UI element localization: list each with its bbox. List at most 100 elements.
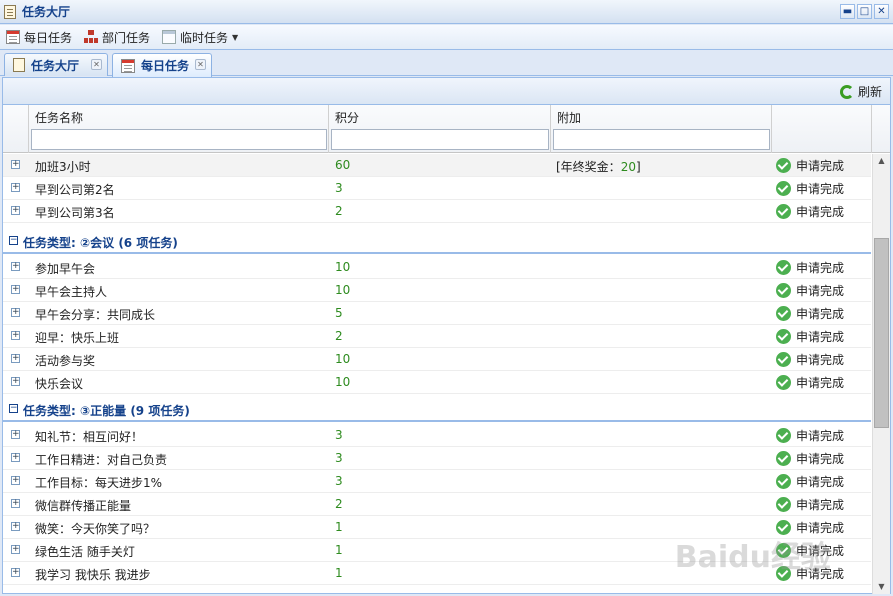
tab-close-icon[interactable]: ✕ xyxy=(195,59,206,70)
row-expand-icon[interactable]: + xyxy=(11,308,20,317)
row-expand-icon[interactable]: + xyxy=(11,206,20,215)
apply-complete-label: 申请完成 xyxy=(796,475,845,489)
dept-tasks-button[interactable]: 部门任务 xyxy=(84,29,150,46)
table-row[interactable]: + 微笑：今天你笑了吗？ 1 申请完成 xyxy=(3,516,871,539)
maximize-button[interactable]: □ xyxy=(857,4,872,19)
row-expand-icon[interactable]: + xyxy=(11,262,20,271)
table-row[interactable]: + 绿色生活 随手关灯 1 申请完成 xyxy=(3,539,871,562)
daily-tasks-button[interactable]: 每日任务 xyxy=(6,29,72,46)
tab-task-hall[interactable]: 任务大厅 ✕ xyxy=(4,53,108,76)
book-icon xyxy=(13,58,25,72)
column-header-name[interactable]: 任务名称 xyxy=(29,105,329,153)
apply-complete-label: 申请完成 xyxy=(796,452,845,466)
check-circle-icon xyxy=(776,428,791,443)
row-expand-icon[interactable]: + xyxy=(11,430,20,439)
table-row[interactable]: + 我学习 我快乐 我进步 1 申请完成 xyxy=(3,562,871,585)
tab-daily-tasks[interactable]: 每日任务 ✕ xyxy=(112,53,212,77)
apply-complete-label: 申请完成 xyxy=(796,307,845,321)
row-expand-icon[interactable]: + xyxy=(11,453,20,462)
row-expand-icon[interactable]: + xyxy=(11,331,20,340)
apply-complete-button[interactable]: 申请完成 xyxy=(776,282,844,299)
task-score: 10 xyxy=(335,375,351,389)
minimize-button[interactable]: ▬ xyxy=(840,4,855,19)
row-expand-icon[interactable]: + xyxy=(11,377,20,386)
close-button[interactable]: ✕ xyxy=(874,4,889,19)
daily-tasks-label: 每日任务 xyxy=(24,30,73,45)
row-expand-icon[interactable]: + xyxy=(11,354,20,363)
apply-complete-label: 申请完成 xyxy=(796,353,845,367)
apply-complete-button[interactable]: 申请完成 xyxy=(776,351,844,368)
task-name: 早午会主持人 xyxy=(35,285,108,299)
extra-suffix: ] xyxy=(635,160,641,174)
check-circle-icon xyxy=(776,451,791,466)
apply-complete-button[interactable]: 申请完成 xyxy=(776,565,844,582)
group-header-positive-energy[interactable]: − 任务类型: ③正能量 (9 项任务) xyxy=(3,394,871,422)
collapse-icon[interactable]: − xyxy=(9,404,18,413)
column-header-extra-label: 附加 xyxy=(557,111,582,125)
extra-filter-input[interactable] xyxy=(553,129,770,150)
column-header-extra[interactable]: 附加 xyxy=(551,105,772,153)
main-toolbar: 每日任务 部门任务 临时任务 ▼ xyxy=(0,25,893,50)
row-expand-icon[interactable]: + xyxy=(11,545,20,554)
check-circle-icon xyxy=(776,520,791,535)
table-row[interactable]: + 工作目标：每天进步1% 3 申请完成 xyxy=(3,470,871,493)
apply-complete-button[interactable]: 申请完成 xyxy=(776,259,844,276)
task-score: 10 xyxy=(335,283,351,297)
table-row[interactable]: + 早到公司第2名 3 申请完成 xyxy=(3,177,871,200)
apply-complete-button[interactable]: 申请完成 xyxy=(776,328,844,345)
vertical-scrollbar[interactable]: ▲ ▼ xyxy=(872,154,890,594)
refresh-button[interactable]: 刷新 xyxy=(839,83,882,100)
table-row[interactable]: + 参加早午会 10 申请完成 xyxy=(3,256,871,279)
table-row[interactable]: + 迎早：快乐上班 2 申请完成 xyxy=(3,325,871,348)
apply-complete-button[interactable]: 申请完成 xyxy=(776,519,844,536)
apply-complete-button[interactable]: 申请完成 xyxy=(776,203,844,220)
table-row[interactable]: + 知礼节：相互问好！ 3 申请完成 xyxy=(3,424,871,447)
scroll-thumb[interactable] xyxy=(874,238,889,428)
name-filter-input[interactable] xyxy=(31,129,327,150)
temp-tasks-dropdown[interactable]: 临时任务 ▼ xyxy=(162,29,238,46)
apply-complete-button[interactable]: 申请完成 xyxy=(776,450,844,467)
scroll-up-icon[interactable]: ▲ xyxy=(876,156,887,166)
apply-complete-button[interactable]: 申请完成 xyxy=(776,180,844,197)
row-expand-icon[interactable]: + xyxy=(11,499,20,508)
task-name: 活动参与奖 xyxy=(35,354,96,368)
table-row[interactable]: + 微信群传播正能量 2 申请完成 xyxy=(3,493,871,516)
apply-complete-button[interactable]: 申请完成 xyxy=(776,374,844,391)
task-name: 微信群传播正能量 xyxy=(35,499,132,513)
group-label: 任务类型: ③正能量 (9 项任务) xyxy=(23,404,190,418)
row-expand-icon[interactable]: + xyxy=(11,183,20,192)
column-header-score-label: 积分 xyxy=(335,111,360,125)
temp-tasks-label: 临时任务 xyxy=(180,30,229,45)
row-expand-icon[interactable]: + xyxy=(11,568,20,577)
check-circle-icon xyxy=(776,566,791,581)
group-header-meeting[interactable]: − 任务类型: ②会议 (6 项任务) xyxy=(3,226,871,254)
tab-close-icon[interactable]: ✕ xyxy=(91,59,102,70)
apply-complete-button[interactable]: 申请完成 xyxy=(776,157,844,174)
refresh-icon xyxy=(839,84,854,99)
collapse-icon[interactable]: − xyxy=(9,236,18,245)
table-row[interactable]: + 快乐会议 10 申请完成 xyxy=(3,371,871,394)
table-row[interactable]: + 活动参与奖 10 申请完成 xyxy=(3,348,871,371)
apply-complete-label: 申请完成 xyxy=(796,521,845,535)
apply-complete-button[interactable]: 申请完成 xyxy=(776,496,844,513)
score-filter-input[interactable] xyxy=(331,129,549,150)
scroll-down-icon[interactable]: ▼ xyxy=(876,582,887,592)
table-row[interactable]: + 早午会分享：共同成长 5 申请完成 xyxy=(3,302,871,325)
column-header-score[interactable]: 积分 xyxy=(329,105,551,153)
table-row[interactable]: + 工作日精进：对自己负责 3 申请完成 xyxy=(3,447,871,470)
apply-complete-button[interactable]: 申请完成 xyxy=(776,473,844,490)
row-expand-icon[interactable]: + xyxy=(11,522,20,531)
row-expand-icon[interactable]: + xyxy=(11,476,20,485)
row-expand-icon[interactable]: + xyxy=(11,160,20,169)
table-row[interactable]: + 早到公司第3名 2 申请完成 xyxy=(3,200,871,223)
table-row[interactable]: + 加班3小时 60 [年终奖金：20] 申请完成 xyxy=(3,154,871,177)
table-row[interactable]: + 早午会主持人 10 申请完成 xyxy=(3,279,871,302)
task-name: 工作目标：每天进步1% xyxy=(35,476,163,490)
window-titlebar: 任务大厅 ▬ □ ✕ xyxy=(0,0,893,24)
task-score: 10 xyxy=(335,260,351,274)
apply-complete-button[interactable]: 申请完成 xyxy=(776,427,844,444)
apply-complete-button[interactable]: 申请完成 xyxy=(776,542,844,559)
task-name: 绿色生活 随手关灯 xyxy=(35,545,135,559)
apply-complete-button[interactable]: 申请完成 xyxy=(776,305,844,322)
row-expand-icon[interactable]: + xyxy=(11,285,20,294)
